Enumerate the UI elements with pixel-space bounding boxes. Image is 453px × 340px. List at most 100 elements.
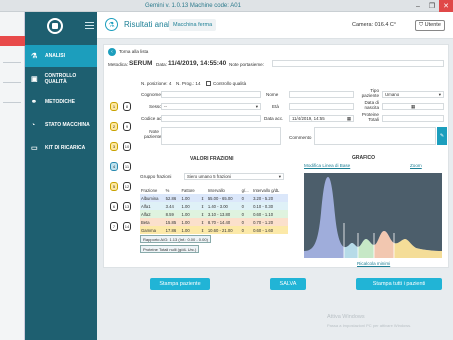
cell-factor[interactable]: 1.00 bbox=[181, 202, 200, 210]
sample-slot-13[interactable]: 13 bbox=[123, 202, 131, 211]
flask-icon: ⚗ bbox=[105, 18, 118, 31]
edit-comment-button[interactable]: ✎ bbox=[437, 127, 447, 145]
cognome-input[interactable] bbox=[161, 91, 261, 98]
zoom-link[interactable]: Zoom bbox=[410, 163, 422, 168]
proteine-totali-label: Proteine Totali bbox=[361, 112, 379, 122]
factor-stepper-icon[interactable]: ⇕ bbox=[200, 218, 207, 226]
calendar-icon[interactable]: ▦ bbox=[347, 116, 351, 121]
sample-slot-11[interactable]: 11 bbox=[123, 162, 131, 171]
codice-acc-input[interactable] bbox=[161, 115, 261, 122]
sidebar-item-controllo-qualit[interactable]: ▣ CONTROLLO QUALITÀ bbox=[25, 68, 97, 90]
tipo-paziente-select[interactable]: Umano ▾ bbox=[382, 91, 444, 98]
cell-gdl: 0 bbox=[241, 203, 245, 209]
factor-stepper-icon[interactable]: ⇕ bbox=[200, 226, 207, 234]
calendar-icon: ▣ bbox=[31, 76, 38, 83]
stampa-paziente-button[interactable]: Stampa paziente bbox=[150, 278, 210, 290]
sample-slot-number: 3 bbox=[112, 144, 116, 149]
sample-slot-number: 11 bbox=[124, 164, 130, 169]
eta-input[interactable] bbox=[289, 103, 354, 110]
note-paziente-input[interactable] bbox=[161, 127, 281, 145]
cell-name: Alfa2 bbox=[141, 211, 151, 217]
column-header bbox=[200, 187, 207, 194]
sample-slot-14[interactable]: 14 bbox=[123, 222, 131, 231]
minimize-icon[interactable]: – bbox=[411, 0, 425, 12]
sample-slot-number: 2 bbox=[112, 124, 116, 129]
close-icon[interactable]: ✕ bbox=[439, 0, 453, 12]
fractions-table: Frazione% Fattore Intervallo g/... Intervall… bbox=[140, 187, 288, 234]
valori-frazioni-title: VALORI FRAZIONI bbox=[190, 156, 234, 162]
sample-slot-number: 5 bbox=[112, 184, 116, 189]
ricalcola-link[interactable]: Ricalcola minimi bbox=[357, 261, 390, 266]
maximize-icon[interactable]: ❐ bbox=[425, 0, 439, 12]
nome-input[interactable] bbox=[289, 91, 354, 98]
nascita-input[interactable]: ▦ bbox=[382, 103, 444, 110]
proteine-nulli-button[interactable]: Proteine Totali nulli (g/dL Urc.) bbox=[140, 245, 200, 253]
cell-pct: 3.44 bbox=[165, 203, 174, 209]
sample-slot-12[interactable]: 12 bbox=[123, 182, 131, 191]
rapporto-button[interactable]: Rapporto A/G: 1.13 (Inf.: 0.00 - 0.00) bbox=[140, 235, 211, 243]
sample-slot-9[interactable]: 9 bbox=[123, 122, 131, 131]
calendar-icon[interactable]: ▦ bbox=[411, 104, 415, 109]
cell-range-gdl: 0.10 - 0.30 bbox=[253, 203, 274, 209]
sample-slot-5[interactable]: 5 bbox=[110, 182, 118, 191]
cell-name: Alfa1 bbox=[141, 203, 151, 209]
sample-slot-7[interactable]: 7 bbox=[110, 222, 118, 231]
cell-factor[interactable]: 1.00 bbox=[181, 194, 200, 202]
back-link[interactable]: Torna alla lista bbox=[119, 49, 148, 54]
bg-line bbox=[3, 102, 21, 103]
sample-slot-2[interactable]: 2 bbox=[110, 122, 118, 131]
column-header: % bbox=[165, 188, 170, 193]
sesso-select[interactable]: -- ▾ bbox=[161, 103, 261, 110]
sidebar-item-stato-macchina[interactable]: ◔ STATO MACCHINA bbox=[25, 114, 97, 136]
cognome-label: Cognome bbox=[141, 92, 161, 97]
proteine-totali-input[interactable] bbox=[382, 115, 444, 122]
user-button[interactable]: ⛉ Utente bbox=[415, 20, 445, 31]
note-portasieme-input[interactable] bbox=[272, 60, 444, 67]
app-logo bbox=[47, 18, 63, 34]
sample-slot-3[interactable]: 3 bbox=[110, 142, 118, 151]
electrophoresis-curve bbox=[304, 177, 442, 258]
gruppo-frazioni-select[interactable]: Siero umano 5 frazioni ▾ bbox=[184, 173, 284, 180]
cell-factor[interactable]: 1.00 bbox=[181, 226, 200, 234]
salva-button[interactable]: SALVA bbox=[270, 278, 306, 290]
sidebar-item-label: CONTROLLO QUALITÀ bbox=[44, 73, 77, 85]
sample-slot-6[interactable]: 6 bbox=[110, 202, 118, 211]
back-arrow-icon[interactable]: ‹ bbox=[108, 48, 116, 56]
sample-slot-10[interactable]: 10 bbox=[123, 142, 131, 151]
sidebar-item-kit-di-ricarica[interactable]: ▭ KIT DI RICARICA bbox=[25, 137, 97, 159]
cell-gdl: 0 bbox=[241, 219, 245, 225]
proteine-nulli-text: Proteine Totali nulli (g/dL Urc.) bbox=[143, 246, 197, 252]
sidebar-item-metodiche[interactable]: ⚭ METODICHE bbox=[25, 91, 97, 113]
cell-pct: 8.59 bbox=[165, 211, 174, 217]
commento-label: Commento bbox=[289, 135, 312, 140]
sample-slot-number: 10 bbox=[124, 144, 130, 149]
commento-input[interactable] bbox=[314, 127, 436, 145]
sample-slot-1[interactable]: 1 bbox=[110, 102, 118, 111]
sidebar-item-analisi[interactable]: ⚗ ANALISI bbox=[25, 45, 97, 67]
cell-factor[interactable]: 1.00 bbox=[181, 218, 200, 226]
sidebar-item-label: STATO MACCHINA bbox=[45, 122, 90, 128]
data-acc-input[interactable]: 11/4/2019, 14:55 ▦ bbox=[289, 115, 354, 122]
kit-icon: ▭ bbox=[31, 145, 38, 152]
factor-stepper-icon[interactable]: ⇕ bbox=[200, 194, 207, 202]
bg-line bbox=[3, 82, 21, 83]
camera-temperature: Camera: 016.4 C° bbox=[352, 22, 397, 28]
modifica-linea-link[interactable]: Modifica Linea di Base bbox=[304, 163, 350, 168]
cell-name: Albumina bbox=[141, 195, 159, 201]
factor-stepper-icon[interactable]: ⇕ bbox=[200, 202, 207, 210]
sample-slot-number: 8 bbox=[125, 104, 129, 109]
data-acc-value: 11/4/2019, 14:55 bbox=[292, 116, 325, 121]
sample-slot-8[interactable]: 8 bbox=[123, 102, 131, 111]
factor-stepper-icon[interactable]: ⇕ bbox=[200, 210, 207, 218]
sidebar-item-label: KIT DI RICARICA bbox=[45, 145, 86, 151]
cq-checkbox[interactable] bbox=[206, 81, 211, 86]
nome-label: Nome bbox=[266, 92, 279, 97]
sample-slot-4[interactable]: 4 bbox=[110, 162, 118, 171]
cell-pct: 52.86 bbox=[165, 195, 177, 201]
cell-factor[interactable]: 1.00 bbox=[181, 210, 200, 218]
pencil-icon: ✎ bbox=[439, 133, 445, 139]
column-header: g/... bbox=[241, 188, 249, 193]
cell-range: 8.70 - 14.40 bbox=[207, 219, 231, 225]
hamburger-icon[interactable] bbox=[85, 22, 94, 31]
stampa-tutti-button[interactable]: Stampa tutti i pazienti bbox=[356, 278, 442, 290]
